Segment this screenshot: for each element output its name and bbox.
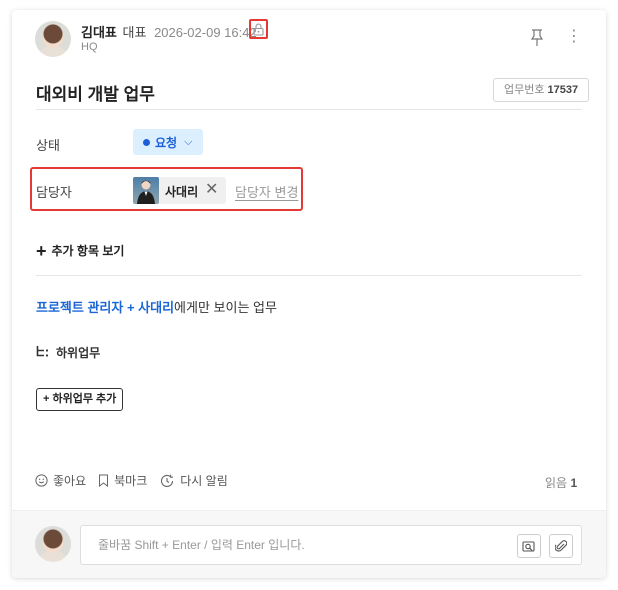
remind-label: 다시 알림 [180,474,228,488]
read-count[interactable]: 읽음 1 [545,474,577,491]
status-dot-icon [143,138,150,146]
task-card: 김대표 대표 2026-02-09 16:42 HQ ⋮ 대외비 개발 업무 업… [12,10,606,578]
task-number-badge: 업무번호 17537 [493,78,590,102]
show-more-fields-button[interactable]: + 추가 항목 보기 [36,240,125,261]
add-subtask-button[interactable]: + 하위업무 추가 [36,388,124,411]
post-timestamp: 2026-02-09 16:42 [154,25,257,40]
bookmark-icon [99,474,109,487]
divider [36,275,582,276]
like-label: 좋아요 [53,474,87,488]
visibility-suffix: 에게만 보이는 업무 [174,300,277,315]
assignee-chip[interactable]: 사대리 ✕ [133,177,226,204]
remind-icon [161,474,174,487]
pin-icon[interactable] [530,28,544,48]
comment-input[interactable]: 줄바꿈 Shift + Enter / 입력 Enter 입니다. [80,525,582,565]
assignee-label: 담당자 [36,185,72,200]
bookmark-label: 북마크 [114,474,148,488]
comment-placeholder: 줄바꿈 Shift + Enter / 입력 Enter 입니다. [98,538,305,552]
lock-icon[interactable] [249,19,268,39]
subtask-section-header: 하위업무 [36,344,100,361]
like-button[interactable]: 좋아요 [35,472,86,489]
current-user-avatar [35,526,71,562]
remove-assignee-icon[interactable]: ✕ [205,180,218,200]
task-title: 대외비 개발 업무 [36,85,155,104]
status-value: 요청 [155,135,178,150]
task-number-value: 17537 [547,84,579,96]
author-avatar[interactable] [35,21,71,57]
divider [36,109,582,110]
assignee-avatar [133,177,159,204]
visibility-audience: 프로젝트 관리자 + 사대리 [36,300,175,315]
smile-icon [35,474,48,487]
image-search-icon[interactable] [517,534,541,558]
show-more-fields-label: 추가 항목 보기 [51,244,125,258]
assignee-name: 사대리 [165,185,199,199]
bookmark-button[interactable]: 북마크 [98,472,147,489]
action-bar: 좋아요 북마크 다시 알림 [35,472,240,489]
author-line: 김대표 대표 2026-02-09 16:42 [81,22,257,41]
chevron-down-icon: ⌵ [184,135,193,148]
subtask-label: 하위업무 [56,346,101,360]
remind-button[interactable]: 다시 알림 [159,472,228,489]
post-header: 김대표 대표 2026-02-09 16:42 HQ ⋮ [12,10,606,66]
author-name[interactable]: 김대표 [81,25,117,40]
plus-icon: + [36,240,47,261]
author-org: HQ [81,41,98,53]
read-count-value: 1 [570,476,578,490]
status-dropdown[interactable]: 요청 ⌵ [133,129,203,155]
task-number-label: 업무번호 [504,84,545,96]
attachment-icon[interactable] [549,534,573,558]
visibility-notice: 프로젝트 관리자 + 사대리에게만 보이는 업무 [36,297,277,316]
comment-bar: 줄바꿈 Shift + Enter / 입력 Enter 입니다. [12,510,606,578]
read-count-label: 읽음 [545,476,568,490]
change-assignee-link[interactable]: 담당자 변경 [235,182,298,201]
status-label: 상태 [36,138,60,153]
subtask-icon [36,345,50,360]
more-vertical-icon[interactable]: ⋮ [566,28,582,48]
author-role: 대표 [122,25,147,40]
